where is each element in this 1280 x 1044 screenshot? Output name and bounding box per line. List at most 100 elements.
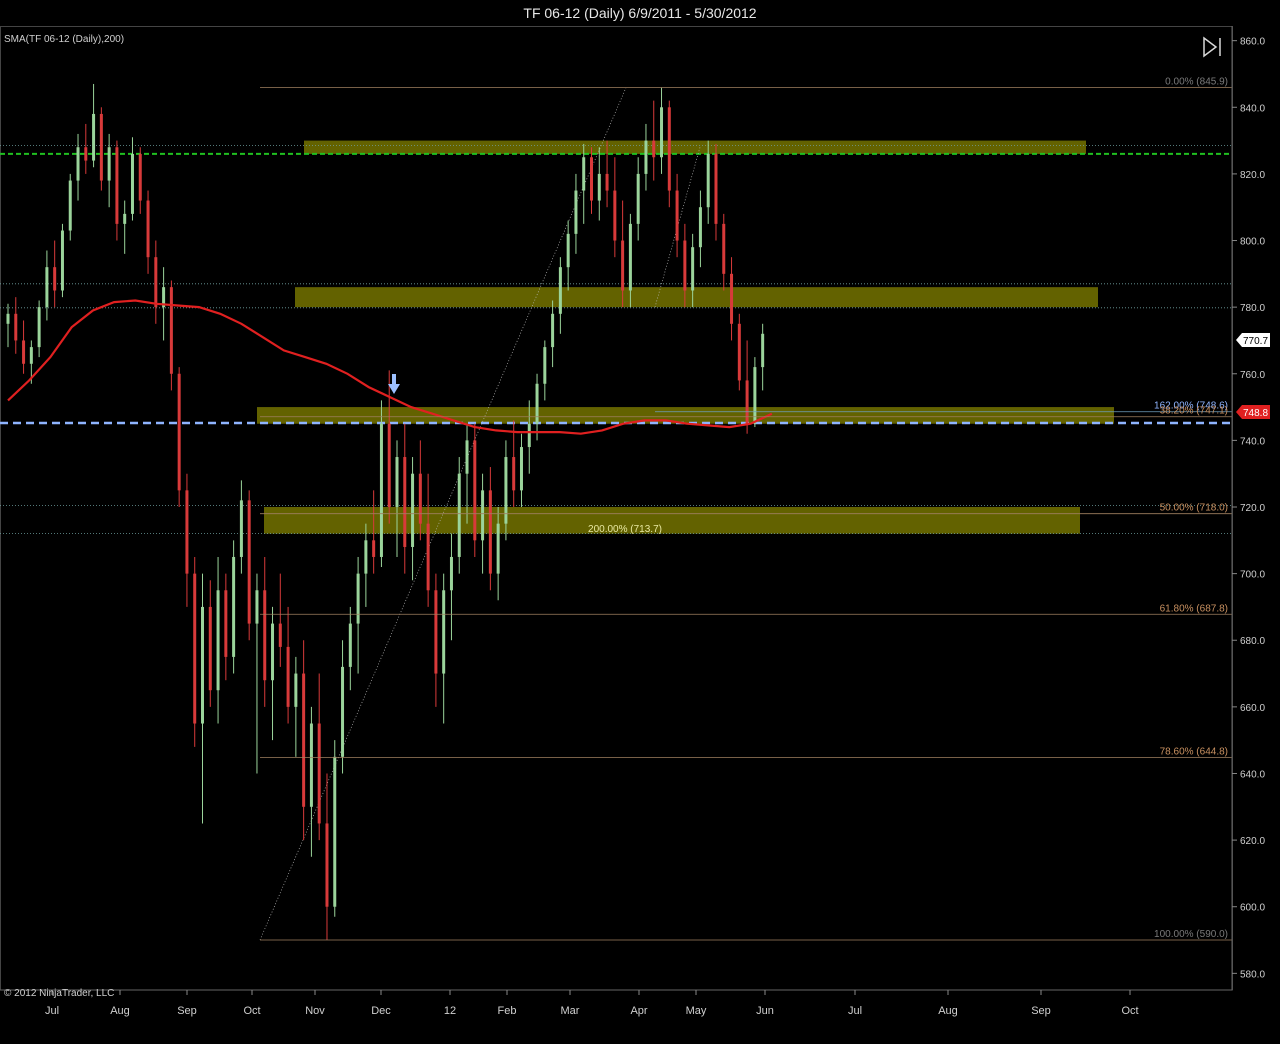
candle-body <box>605 173 609 191</box>
candle-body <box>239 500 243 557</box>
y-tick-label: 800.0 <box>1240 237 1265 248</box>
copyright-text: © 2012 NinjaTrader, LLC <box>4 988 114 999</box>
candle-body <box>434 590 438 674</box>
candle-body <box>232 556 236 657</box>
candle-body <box>395 457 399 508</box>
candle-body <box>379 423 383 557</box>
candle-body <box>449 556 453 591</box>
candle-body <box>722 223 726 274</box>
x-tick-label: May <box>686 1005 707 1017</box>
x-tick-label: Aug <box>938 1005 958 1017</box>
y-tick-label: 600.0 <box>1240 903 1265 914</box>
x-tick-label: Jun <box>756 1005 774 1017</box>
candle-body <box>92 113 96 161</box>
sma-price-marker: 748.8 <box>1236 405 1270 419</box>
x-tick-label: Dec <box>371 1005 391 1017</box>
candle-body <box>115 147 119 224</box>
y-tick-label: 700.0 <box>1240 570 1265 581</box>
candle-body <box>488 490 492 574</box>
candle-body <box>660 107 664 158</box>
candle-body <box>247 500 251 624</box>
candle-body <box>558 267 562 314</box>
svg-text:748.8: 748.8 <box>1243 408 1268 419</box>
candle-body <box>154 257 158 308</box>
candle-body <box>597 173 601 201</box>
x-tick-label: 12 <box>444 1005 456 1017</box>
candle-body <box>737 323 741 381</box>
x-tick-label: Mar <box>561 1005 580 1017</box>
x-tick-label: Feb <box>498 1005 517 1017</box>
price-chart[interactable]: 0.00% (845.9)162.00% (748.6)38.20% (747.… <box>0 26 1280 1044</box>
candle-body <box>29 347 33 364</box>
candle-body <box>169 287 173 374</box>
x-tick-label: Sep <box>1031 1005 1051 1017</box>
candle-body <box>481 490 485 541</box>
price-zone <box>257 407 1114 424</box>
candle-body <box>426 523 430 591</box>
candle-body <box>37 307 41 348</box>
candle-body <box>22 340 26 364</box>
y-tick-label: 580.0 <box>1240 969 1265 980</box>
candle-body <box>527 423 531 448</box>
candle-body <box>675 190 679 241</box>
candle-body <box>753 367 757 424</box>
price-zone <box>295 287 1098 308</box>
candle-body <box>123 213 127 224</box>
candle-body <box>263 590 267 681</box>
fib-label: 61.80% (687.8) <box>1160 603 1228 614</box>
y-tick-label: 820.0 <box>1240 170 1265 181</box>
candle-body <box>364 540 368 574</box>
candle-body <box>613 190 617 241</box>
fib-label: 50.00% (718.0) <box>1160 503 1228 514</box>
candle-body <box>465 440 469 474</box>
y-tick-label: 680.0 <box>1240 636 1265 647</box>
candle-body <box>418 473 422 524</box>
y-tick-label: 640.0 <box>1240 769 1265 780</box>
candle-body <box>387 423 391 508</box>
y-tick-label: 740.0 <box>1240 436 1265 447</box>
x-tick-label: Oct <box>243 1005 260 1017</box>
candle-body <box>574 190 578 234</box>
candle-body <box>76 147 80 181</box>
candle-body <box>535 383 539 424</box>
candle-body <box>519 447 523 491</box>
candle-body <box>582 157 586 191</box>
candle-body <box>130 153 134 214</box>
candle-body <box>411 473 415 547</box>
skip-to-end-icon[interactable] <box>1200 36 1226 58</box>
x-tick-label: Jul <box>45 1005 59 1017</box>
candle-body <box>185 490 189 574</box>
x-tick-label: Sep <box>177 1005 197 1017</box>
candle-body <box>761 333 765 368</box>
candle-body <box>348 623 352 667</box>
candle-body <box>208 606 212 691</box>
candle-body <box>636 173 640 224</box>
candle-body <box>745 380 749 424</box>
candle-body <box>683 240 687 291</box>
candle-body <box>216 590 220 691</box>
fib-label: 38.20% (747.1) <box>1160 406 1228 417</box>
candle-body <box>138 153 142 201</box>
y-tick-label: 660.0 <box>1240 703 1265 714</box>
candle-body <box>201 606 204 724</box>
candle-body <box>99 113 103 181</box>
y-tick-label: 760.0 <box>1240 370 1265 381</box>
candle-body <box>566 233 570 268</box>
window-title: TF 06-12 (Daily) 6/9/2011 - 5/30/2012 <box>0 0 1280 26</box>
candle-body <box>496 523 500 574</box>
svg-text:770.7: 770.7 <box>1243 336 1268 347</box>
candle-body <box>372 540 376 557</box>
candle-body <box>628 223 632 291</box>
fib-label: 100.00% (590.0) <box>1154 929 1228 940</box>
fib-label: 200.00% (713.7) <box>588 524 662 535</box>
candle-body <box>6 313 10 324</box>
candle-body <box>714 153 718 224</box>
x-tick-label: Apr <box>630 1005 647 1017</box>
y-tick-label: 620.0 <box>1240 836 1265 847</box>
candle-body <box>706 153 710 208</box>
candle-body <box>294 673 298 707</box>
candle-body <box>512 457 516 491</box>
candle-body <box>667 107 671 191</box>
candle-body <box>193 573 197 724</box>
candle-body <box>302 673 306 807</box>
